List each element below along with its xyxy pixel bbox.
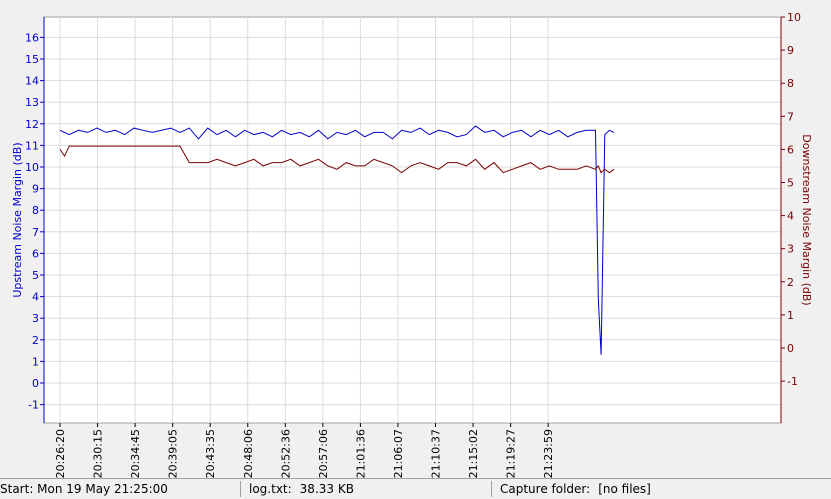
y-left-tick-label: 8	[32, 204, 39, 217]
y-left-tick-label: 5	[32, 269, 39, 282]
y-left-tick-label: 6	[32, 247, 39, 260]
y-right-tick-label: 4	[787, 210, 794, 223]
noise-margin-chart: -1012345678910111213141516-1012345678910…	[0, 0, 831, 478]
capture-value: [no files]	[598, 482, 651, 496]
y-left-tick-label: 11	[25, 139, 39, 152]
y-right-tick-label: 6	[787, 143, 794, 156]
plot-area	[43, 16, 782, 424]
capture-folder: Capture folder: [no files]	[500, 482, 651, 496]
log-file-info: log.txt: 38.33 KB	[249, 482, 354, 496]
y-right-tick-label: 10	[787, 11, 801, 24]
log-label: log.txt:	[249, 482, 292, 496]
x-tick-label: 21:19:27	[505, 429, 518, 478]
y-left-tick-label: 12	[25, 118, 39, 131]
x-tick-label: 20:30:15	[92, 429, 105, 478]
status-divider	[491, 481, 492, 497]
x-tick-label: 21:10:37	[430, 429, 443, 478]
start-time: Start: Mon 19 May 21:25:00	[0, 482, 168, 496]
y-right-tick-label: 7	[787, 110, 794, 123]
status-divider	[240, 481, 241, 497]
y-left-tick-label: 16	[25, 31, 39, 44]
y-right-axis-title: Downstream Noise Margin (dB)	[800, 134, 813, 305]
x-tick-label: 21:15:02	[467, 429, 480, 478]
x-tick-label: 20:39:05	[167, 429, 180, 478]
y-right-tick-label: -1	[787, 375, 798, 388]
y-left-tick-label: 3	[32, 312, 39, 325]
x-tick-label: 20:34:45	[129, 429, 142, 478]
x-tick-label: 20:48:06	[242, 429, 255, 478]
y-right-tick-label: 0	[787, 342, 794, 355]
y-right-tick-label: 1	[787, 309, 794, 322]
y-right-tick-label: 5	[787, 177, 794, 190]
y-left-tick-label: -1	[28, 399, 39, 412]
status-bar: Start: Mon 19 May 21:25:00 log.txt: 38.33…	[0, 478, 831, 499]
y-right-tick-label: 2	[787, 276, 794, 289]
log-size: 38.33 KB	[299, 482, 354, 496]
y-right-tick-label: 8	[787, 77, 794, 90]
y-left-tick-label: 14	[25, 75, 39, 88]
x-tick-label: 20:43:35	[204, 429, 217, 478]
y-left-tick-label: 13	[25, 96, 39, 109]
y-right-tick-label: 9	[787, 44, 794, 57]
y-left-axis-title: Upstream Noise Margin (dB)	[11, 142, 24, 297]
x-tick-label: 21:06:07	[392, 429, 405, 478]
y-right-tick-label: 3	[787, 243, 794, 256]
y-left-tick-label: 4	[32, 291, 39, 304]
y-left-tick-label: 9	[32, 183, 39, 196]
chart: -1 0 1 2 3 4 5 6 7 8 9 10 11 12 13 14 15 16 -1 0 1 2 3 4 5 6 7 8 9 10…	[0, 0, 831, 478]
x-tick-label: 21:01:36	[354, 429, 367, 478]
y-left-tick-label: 1	[32, 355, 39, 368]
x-tick-label: 20:52:36	[279, 429, 292, 478]
x-tick-label: 20:26:20	[54, 429, 67, 478]
y-left-tick-label: 0	[32, 377, 39, 390]
capture-label: Capture folder:	[500, 482, 591, 496]
y-left-tick-label: 2	[32, 334, 39, 347]
y-left-tick-label: 15	[25, 53, 39, 66]
y-left-tick-label: 7	[32, 226, 39, 239]
x-tick-label: 21:23:59	[542, 429, 555, 478]
y-left-tick-label: 10	[25, 161, 39, 174]
x-tick-label: 20:57:06	[317, 429, 330, 478]
